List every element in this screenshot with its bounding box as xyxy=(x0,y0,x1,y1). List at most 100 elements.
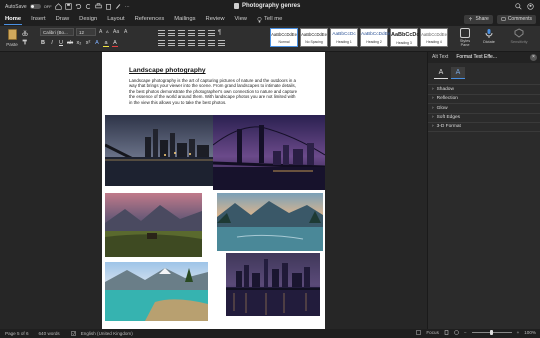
line-spacing-icon[interactable] xyxy=(198,40,205,46)
focus-icon[interactable] xyxy=(416,330,422,335)
document-page[interactable]: Landscape photography Landscape photogra… xyxy=(102,52,325,329)
underline-icon[interactable]: U xyxy=(58,40,64,47)
share-button[interactable]: Share xyxy=(464,15,493,24)
styles-pane-button[interactable]: Styles Pane xyxy=(455,28,475,47)
borders-icon[interactable] xyxy=(218,40,225,46)
style-heading-1[interactable]: AaBbCcDc Heading 1 xyxy=(330,28,358,47)
home-icon[interactable] xyxy=(55,3,62,10)
bold-icon[interactable]: B xyxy=(40,40,46,47)
clipboard-icon[interactable] xyxy=(105,3,112,10)
redo-icon[interactable] xyxy=(85,3,92,10)
italic-icon[interactable]: I xyxy=(49,40,55,47)
print-icon[interactable] xyxy=(95,3,102,10)
font-name-select[interactable]: Calibri (Bo... xyxy=(40,28,74,36)
style-heading-4[interactable]: AaBbCcDdEe Heading 4 xyxy=(420,28,448,47)
tab-review[interactable]: Review xyxy=(201,13,230,26)
tab-insert[interactable]: Insert xyxy=(26,13,51,26)
zoom-out-icon[interactable]: − xyxy=(464,330,467,335)
font-size-select[interactable]: 12 xyxy=(76,28,96,36)
shading-icon[interactable] xyxy=(208,40,215,46)
autosave-state: OFF xyxy=(43,4,52,9)
photo-turquoise-lake[interactable] xyxy=(105,262,208,321)
save-icon[interactable] xyxy=(65,3,72,10)
zoom-slider-thumb[interactable] xyxy=(490,330,494,335)
photo-night-bridge[interactable] xyxy=(213,115,325,190)
shrink-font-icon[interactable]: A xyxy=(106,29,109,34)
numbering-icon[interactable] xyxy=(168,30,175,36)
tab-view[interactable]: View xyxy=(230,13,252,26)
font-color-icon[interactable]: A xyxy=(112,40,118,47)
justify-icon[interactable] xyxy=(188,40,195,46)
tab-references[interactable]: References xyxy=(130,13,170,26)
align-center-icon[interactable] xyxy=(168,40,175,46)
tab-design[interactable]: Design xyxy=(74,13,102,26)
microphone-icon xyxy=(485,29,493,38)
tab-draw[interactable]: Draw xyxy=(51,13,75,26)
zoom-in-icon[interactable]: + xyxy=(517,330,520,335)
language[interactable]: English (United Kingdom) xyxy=(76,331,138,336)
cut-icon[interactable] xyxy=(22,30,28,36)
style-heading-3[interactable]: AaBbCcDc Heading 3 xyxy=(390,28,419,47)
multilevel-list-icon[interactable] xyxy=(178,30,185,36)
page-count[interactable]: Page 5 of 6 xyxy=(0,331,34,336)
style-no-spacing[interactable]: AaBbCcDdEe No Spacing xyxy=(300,28,328,47)
text-effects-icon[interactable]: A xyxy=(94,40,100,47)
dictate-button[interactable]: Dictate xyxy=(479,28,499,44)
text-fill-icon[interactable]: A xyxy=(434,67,448,79)
search-icon[interactable] xyxy=(515,3,522,10)
sensitivity-button[interactable]: Sensitivity xyxy=(505,28,533,44)
effect-3d-format[interactable]: › 3-D Format xyxy=(428,122,540,132)
comments-button[interactable]: Comments xyxy=(496,15,536,24)
grow-font-icon[interactable]: A xyxy=(99,29,102,35)
tell-me-search[interactable]: Tell me xyxy=(252,13,287,26)
document-canvas[interactable]: Landscape photography Landscape photogra… xyxy=(0,52,427,329)
photo-lake-sunset[interactable] xyxy=(217,193,323,251)
close-icon[interactable]: × xyxy=(530,54,537,61)
style-normal[interactable]: AaBbCcDdEe Normal xyxy=(270,28,298,47)
effect-soft-edges[interactable]: › Soft Edges xyxy=(428,112,540,123)
clear-format-icon[interactable]: A xyxy=(124,29,127,35)
text-effects-icon[interactable]: A xyxy=(451,67,465,79)
sort-icon[interactable] xyxy=(208,30,215,36)
doc-body-paragraph[interactable]: Landscape photography is the art of capt… xyxy=(129,78,299,105)
tab-layout[interactable]: Layout xyxy=(102,13,129,26)
effect-label: Glow xyxy=(436,105,448,111)
print-layout-icon[interactable] xyxy=(444,330,449,335)
autosave-toggle[interactable] xyxy=(29,4,41,9)
tab-home[interactable]: Home xyxy=(0,13,26,26)
style-heading-2[interactable]: AaBbCcDdEe Heading 2 xyxy=(360,28,391,47)
align-left-icon[interactable] xyxy=(158,40,165,46)
align-right-icon[interactable] xyxy=(178,40,185,46)
format-painter-icon[interactable] xyxy=(22,39,28,45)
undo-icon[interactable] xyxy=(75,3,82,10)
bullets-icon[interactable] xyxy=(158,30,165,36)
more-icon[interactable]: ··· xyxy=(125,4,130,10)
decrease-indent-icon[interactable] xyxy=(188,30,195,36)
effects-list: › Shadow › Reflection › Glow › Soft Edges › 3… xyxy=(428,84,540,132)
superscript-icon[interactable]: x² xyxy=(85,40,91,47)
effect-glow[interactable]: › Glow xyxy=(428,103,540,113)
photo-mountain-meadow[interactable] xyxy=(105,193,202,257)
change-case-icon[interactable]: Aa xyxy=(113,29,119,35)
subscript-icon[interactable]: x₂ xyxy=(76,40,82,47)
strikethrough-icon[interactable]: ab xyxy=(67,40,73,47)
effect-reflection[interactable]: › Reflection xyxy=(428,93,540,104)
highlight-icon[interactable]: a xyxy=(103,40,109,47)
account-icon[interactable] xyxy=(527,3,534,10)
photo-city-reflection[interactable] xyxy=(226,253,320,316)
zoom-level[interactable]: 100% xyxy=(524,330,536,335)
zoom-slider[interactable] xyxy=(471,330,512,335)
tab-mailings[interactable]: Mailings xyxy=(169,13,200,26)
tab-format-text-effects[interactable]: Format Text Effe... xyxy=(452,52,501,63)
paste-button[interactable]: Paste xyxy=(4,28,20,50)
word-count[interactable]: 640 words xyxy=(34,331,65,336)
photo-city-bridge[interactable] xyxy=(105,115,213,186)
doc-heading[interactable]: Landscape photography xyxy=(129,67,206,74)
increase-indent-icon[interactable] xyxy=(198,30,205,36)
focus-label[interactable]: Focus xyxy=(426,330,439,335)
effect-shadow[interactable]: › Shadow xyxy=(428,84,540,94)
paragraph-marks-icon[interactable]: ¶ xyxy=(218,30,221,36)
tab-alt-text[interactable]: Alt Text xyxy=(428,52,452,63)
brush-icon[interactable] xyxy=(115,3,122,10)
web-layout-icon[interactable] xyxy=(454,330,459,335)
